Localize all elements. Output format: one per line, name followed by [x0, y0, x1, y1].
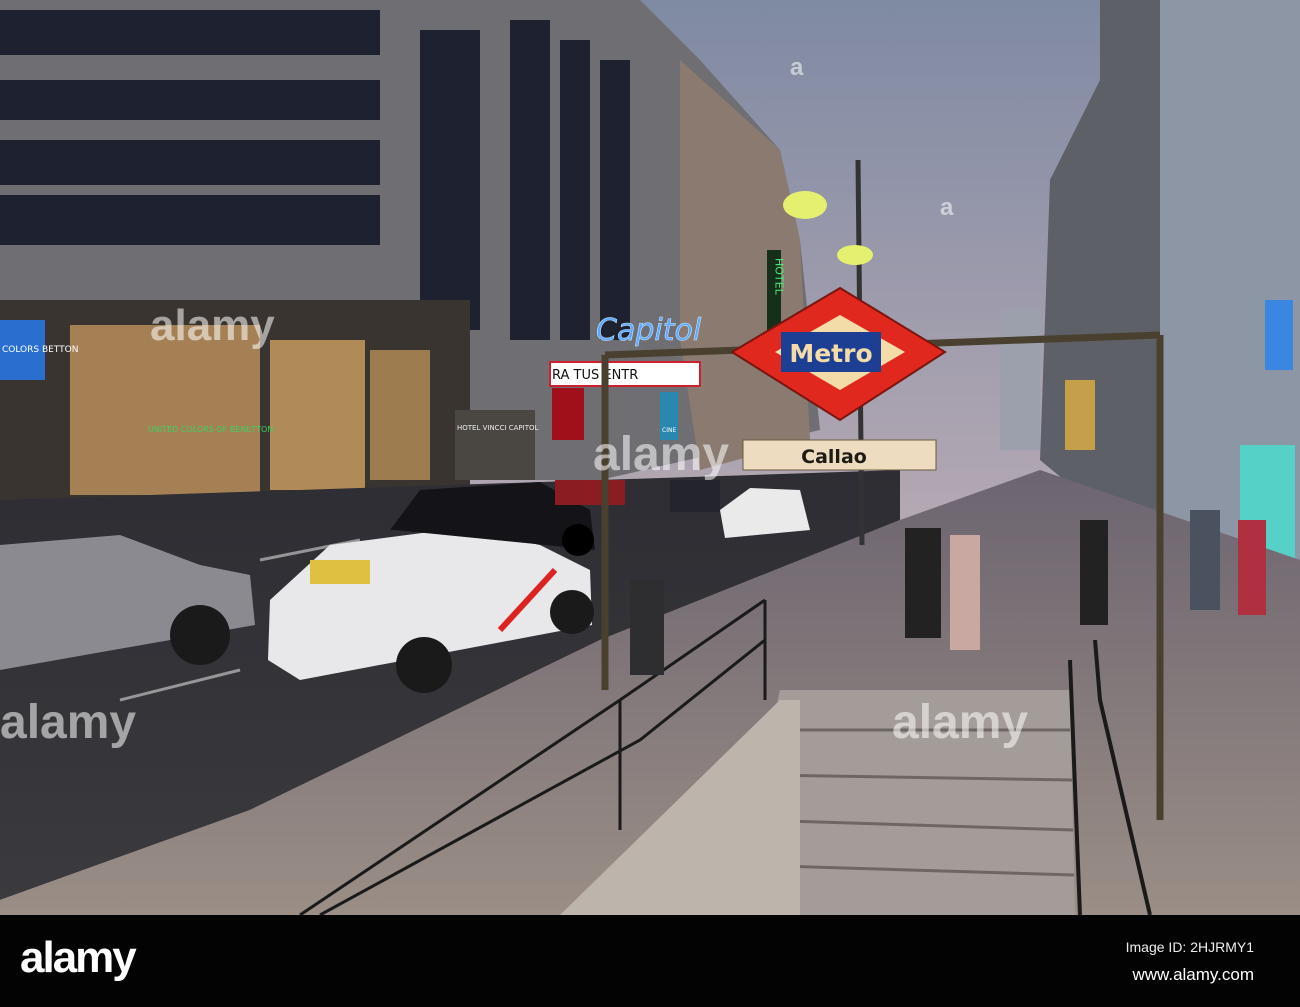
- street-scene-photo: COLORS BETTON UNITED COLORS OF BENETTON …: [0, 0, 1300, 915]
- website-link[interactable]: www.alamy.com: [1132, 965, 1254, 985]
- alamy-logo: alamy: [20, 933, 137, 982]
- lamp: [783, 191, 827, 219]
- store-sign-text: UNITED COLORS OF BENETTON: [148, 425, 273, 434]
- watermark: alamy: [892, 696, 1028, 749]
- watermark: alamy: [0, 696, 136, 749]
- watermark: alamy: [593, 428, 729, 481]
- station-name-sign: Callao: [742, 439, 937, 471]
- station-sign-text: Callao: [801, 446, 867, 468]
- watermark-a: a: [790, 54, 804, 81]
- store-sign-left-text: COLORS BETTON: [2, 345, 79, 355]
- billboard-text: RA TUS ENTR: [552, 368, 638, 383]
- hotel-name-text: HOTEL VINCCI CAPITOL: [457, 424, 538, 432]
- hotel-vertical-sign: HOTEL: [773, 258, 786, 296]
- capitol-neon-sign: Capitol: [596, 313, 702, 348]
- metro-sign-text: Metro: [789, 339, 872, 368]
- watermark-a: a: [940, 194, 954, 221]
- image-id: Image ID: 2HJRMY1: [1125, 939, 1254, 955]
- watermark: alamy: [150, 301, 275, 350]
- footer-bar: alamy Image ID: 2HJRMY1 www.alamy.com: [0, 915, 1300, 1007]
- stock-photo: COLORS BETTON UNITED COLORS OF BENETTON …: [0, 0, 1300, 1007]
- trash-bin: [630, 580, 664, 675]
